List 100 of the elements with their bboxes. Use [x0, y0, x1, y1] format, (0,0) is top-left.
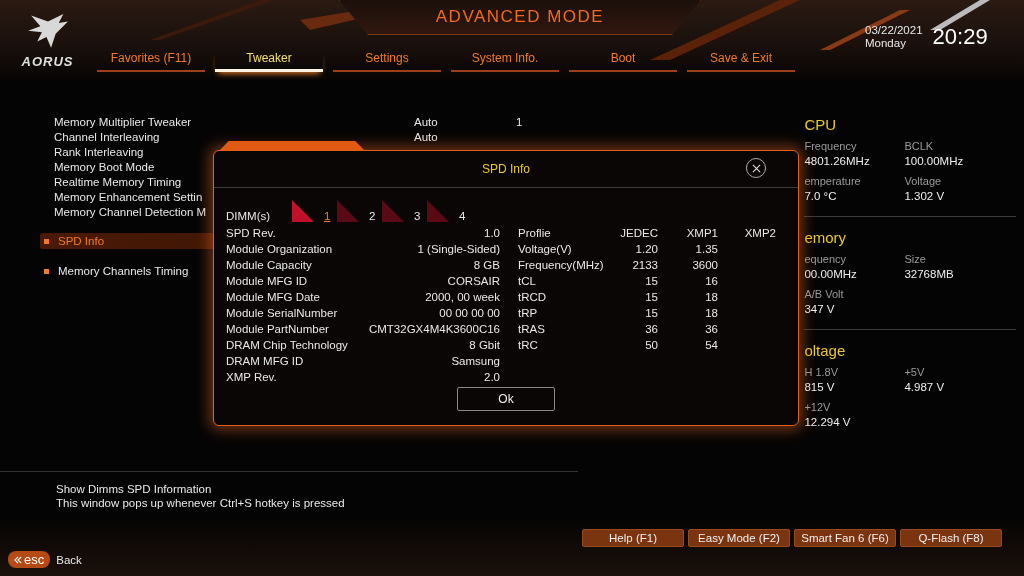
setting-value[interactable]: Auto: [414, 130, 516, 143]
footer-button[interactable]: Help (F1): [582, 529, 684, 547]
table-cell-text: 2133: [631, 258, 658, 273]
table-cell-text: 54: [704, 338, 718, 353]
table-cell-text: 16: [704, 274, 718, 289]
tab[interactable]: System Info.: [451, 51, 559, 72]
dimm-number[interactable]: 2: [369, 210, 382, 222]
info-label: DRAM Chip Technology: [226, 338, 349, 353]
footer-button[interactable]: Easy Mode (F2): [688, 529, 790, 547]
info-label: A/B Volt: [804, 287, 845, 302]
info-value: CORSAIR: [446, 274, 500, 289]
dimm-label: DIMM(s): [226, 210, 272, 222]
help-text: This window pops up whenever Ctrl+S hotkey is pressed: [56, 496, 346, 510]
table-cell-text: 1.35: [694, 242, 718, 257]
info-label: DRAM MFG ID: [226, 354, 305, 369]
info-label: Module Capacity: [226, 258, 313, 273]
dimm-number[interactable]: 4: [459, 210, 472, 222]
info-value: 12.294 V: [804, 415, 852, 430]
table-cell-text: 1.20: [634, 242, 658, 257]
table-cell-text: 15: [644, 274, 658, 289]
ok-button[interactable]: Ok: [457, 387, 555, 411]
weekday-text: Monday: [865, 37, 907, 50]
column-header: Proflie: [518, 226, 552, 241]
info-value: 4801.26MHz: [804, 154, 871, 169]
info-label: Module SerialNumber: [226, 306, 339, 321]
table-cell-text: 15: [644, 306, 658, 321]
table-cell-text: 50: [644, 338, 658, 353]
dimm-number[interactable]: 3: [414, 210, 427, 222]
info-value: 1.302 V: [904, 189, 946, 204]
double-chevron-icon: [14, 555, 22, 564]
row-label: tRCD: [518, 290, 548, 305]
dimm-slot-icon[interactable]: [337, 200, 359, 222]
info-value: 100.00MHz: [904, 154, 965, 169]
tab[interactable]: Tweaker: [215, 51, 323, 72]
info-value: 2000, 00 week: [424, 290, 500, 305]
dimm-number[interactable]: 1: [324, 210, 337, 222]
bullet-icon: [44, 238, 49, 244]
setting-label[interactable]: Memory Multiplier Tweaker: [54, 115, 414, 128]
column-header: XMP2: [743, 226, 776, 241]
row-label: Voltage(V): [518, 242, 573, 257]
info-value: 347 V: [804, 302, 836, 317]
tab[interactable]: Save & Exit: [687, 51, 795, 72]
info-label: H 1.8V: [804, 365, 840, 380]
footer-button[interactable]: Smart Fan 6 (F6): [794, 529, 896, 547]
table-cell-text: 18: [704, 306, 718, 321]
info-value: 7.0 °C: [804, 189, 838, 204]
table-cell-text: 3600: [691, 258, 718, 273]
section-title: oltage: [804, 342, 847, 359]
table-cell-text: 36: [644, 322, 658, 337]
section-title: CPU: [804, 116, 838, 133]
table-cell-text: 15: [644, 290, 658, 305]
dialog-title: SPD Info: [482, 162, 530, 176]
date-text: 03/22/2021: [865, 24, 923, 37]
info-value: 8 GB: [472, 258, 500, 273]
info-value: CMT32GX4M4K3600C16: [367, 322, 500, 337]
info-value: 00.00MHz: [804, 267, 858, 282]
dimm-slot-icon[interactable]: [292, 200, 314, 222]
info-value: 815 V: [804, 380, 836, 395]
logo-text: AORUS: [21, 54, 74, 69]
setting-label[interactable]: Channel Interleaving: [54, 130, 414, 143]
info-value: 4.987 V: [904, 380, 946, 395]
info-label: Voltage: [904, 174, 943, 189]
info-label: Module MFG Date: [226, 290, 321, 305]
dimm-slot-icon[interactable]: [382, 200, 404, 222]
row-label: Frequency(MHz): [518, 258, 605, 273]
back-label: Back: [56, 553, 82, 566]
row-label: tCL: [518, 274, 537, 289]
close-icon: [751, 163, 761, 173]
tab[interactable]: Favorites (F11): [97, 51, 205, 72]
mode-title: ADVANCED MODE: [435, 7, 605, 27]
table-cell-text: 36: [704, 322, 718, 337]
column-header: XMP1: [685, 226, 718, 241]
setting-value[interactable]: Auto: [414, 115, 516, 128]
info-value: 1 (Single-Sided): [416, 242, 500, 257]
info-label: BCLK: [904, 139, 935, 154]
section-title: emory: [804, 229, 848, 246]
row-label: tRAS: [518, 322, 546, 337]
esc-key[interactable]: esc: [8, 551, 51, 568]
setting-value[interactable]: 1: [516, 115, 523, 128]
info-label: Frequency: [804, 139, 858, 154]
row-label: tRC: [518, 338, 539, 353]
row-label: tRP: [518, 306, 539, 321]
footer-button[interactable]: Q-Flash (F8): [900, 529, 1002, 547]
info-label: equency: [804, 252, 848, 267]
info-value: 1.0: [483, 226, 500, 241]
tab[interactable]: Boot: [569, 51, 677, 72]
info-value: Samsung: [450, 354, 500, 369]
table-cell-text: 18: [704, 290, 718, 305]
info-value: 2.0: [483, 370, 500, 385]
info-value: 00 00 00 00: [438, 306, 500, 321]
info-label: Size: [904, 252, 927, 267]
help-text: Show Dimms SPD Information: [56, 482, 213, 496]
tab[interactable]: Settings: [333, 51, 441, 72]
info-value: 8 Gbit: [468, 338, 500, 353]
time-text: 20:29: [932, 24, 988, 50]
info-label: Module MFG ID: [226, 274, 309, 289]
info-value: 32768MB: [904, 267, 955, 282]
dimm-slot-icon[interactable]: [427, 200, 449, 222]
bullet-icon: [44, 268, 49, 274]
column-header: JEDEC: [619, 226, 658, 241]
